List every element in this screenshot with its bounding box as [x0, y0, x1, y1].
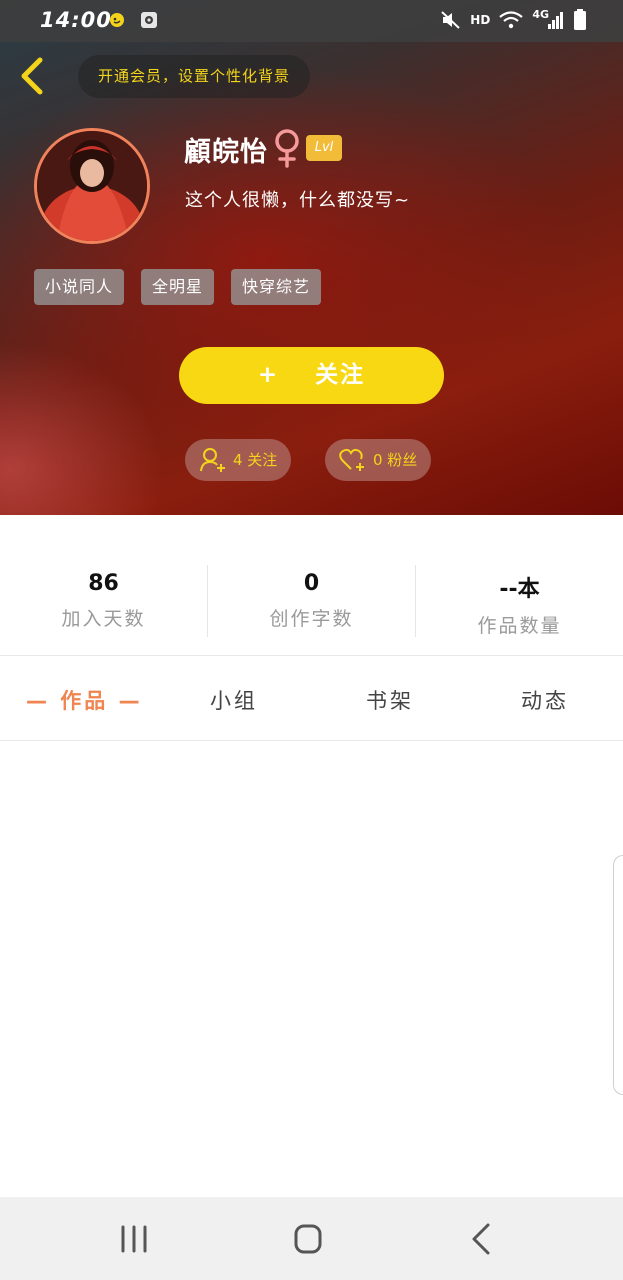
female-gender-icon — [275, 129, 299, 168]
status-icons: HD 4G — [440, 7, 587, 31]
stat-value: 0 — [303, 571, 320, 596]
tab-activity[interactable]: 动态 — [521, 685, 569, 715]
tab-groups[interactable]: 小组 — [210, 685, 258, 715]
mute-icon — [441, 11, 460, 29]
chevron-left-icon — [21, 57, 43, 95]
profile-tabs: — 作品 — 小组 书架 动态 — [0, 656, 623, 741]
notification-app-icon — [110, 13, 124, 27]
stat-word-count: 0 创作字数 — [208, 571, 415, 631]
home-icon[interactable] — [288, 1221, 328, 1257]
battery-icon — [574, 9, 586, 30]
add-user-icon — [200, 448, 225, 472]
signal-icon — [548, 12, 563, 29]
interest-tags: 小说同人 全明星 快穿综艺 — [34, 269, 322, 305]
fans-count-text: 0 粉丝 — [373, 451, 418, 469]
avatar[interactable] — [34, 128, 150, 244]
tab-works[interactable]: — 作品 — — [26, 685, 143, 715]
interest-tag: 小说同人 — [34, 269, 125, 305]
vip-background-banner[interactable]: 开通会员，设置个性化背景 — [78, 55, 311, 98]
heart-plus-icon — [339, 448, 364, 471]
follow-button[interactable]: + 关注 — [179, 347, 444, 404]
avatar-image — [37, 131, 147, 241]
interest-tag: 全明星 — [141, 269, 215, 305]
hd-label: HD — [470, 13, 491, 27]
level-badge: Lvl — [306, 135, 342, 161]
status-bar: 14:00 HD 4G — [0, 0, 623, 42]
following-count-button[interactable]: 4 关注 — [185, 439, 292, 481]
edge-panel-handle[interactable] — [613, 855, 623, 1095]
system-nav-bar — [0, 1197, 623, 1280]
recent-apps-icon[interactable] — [114, 1221, 154, 1257]
stat-label: 创作字数 — [269, 608, 354, 630]
wifi-icon — [499, 11, 524, 29]
profile-header: 14:00 HD 4G 开通会员，设置个性化背景 顧皖怡 Lvl 这个人很懒，什… — [0, 0, 623, 515]
status-time: 14:00 — [40, 8, 112, 32]
stat-value: --本 — [499, 577, 540, 602]
stat-value: 86 — [88, 571, 119, 596]
back-nav-icon[interactable] — [462, 1221, 502, 1257]
interest-tag: 快穿综艺 — [231, 269, 322, 305]
stat-label: 加入天数 — [61, 608, 146, 630]
screen-record-icon — [141, 12, 157, 28]
following-count-text: 4 关注 — [233, 451, 278, 469]
network-type-label: 4G — [532, 7, 549, 21]
user-bio: 这个人很懒，什么都没写~ — [185, 190, 411, 211]
stat-label: 作品数量 — [477, 615, 562, 637]
follow-label: 关注 — [315, 362, 366, 388]
user-name: 顧皖怡 — [184, 137, 268, 168]
profile-stats: 86 加入天数 0 创作字数 --本 作品数量 — [0, 515, 623, 656]
fans-count-button[interactable]: 0 粉丝 — [325, 439, 432, 481]
stat-join-days: 86 加入天数 — [0, 571, 207, 631]
stat-works-count: --本 作品数量 — [416, 571, 623, 638]
plus-icon: + — [257, 362, 280, 388]
back-button[interactable] — [16, 56, 52, 96]
tab-bookshelf[interactable]: 书架 — [366, 685, 414, 715]
